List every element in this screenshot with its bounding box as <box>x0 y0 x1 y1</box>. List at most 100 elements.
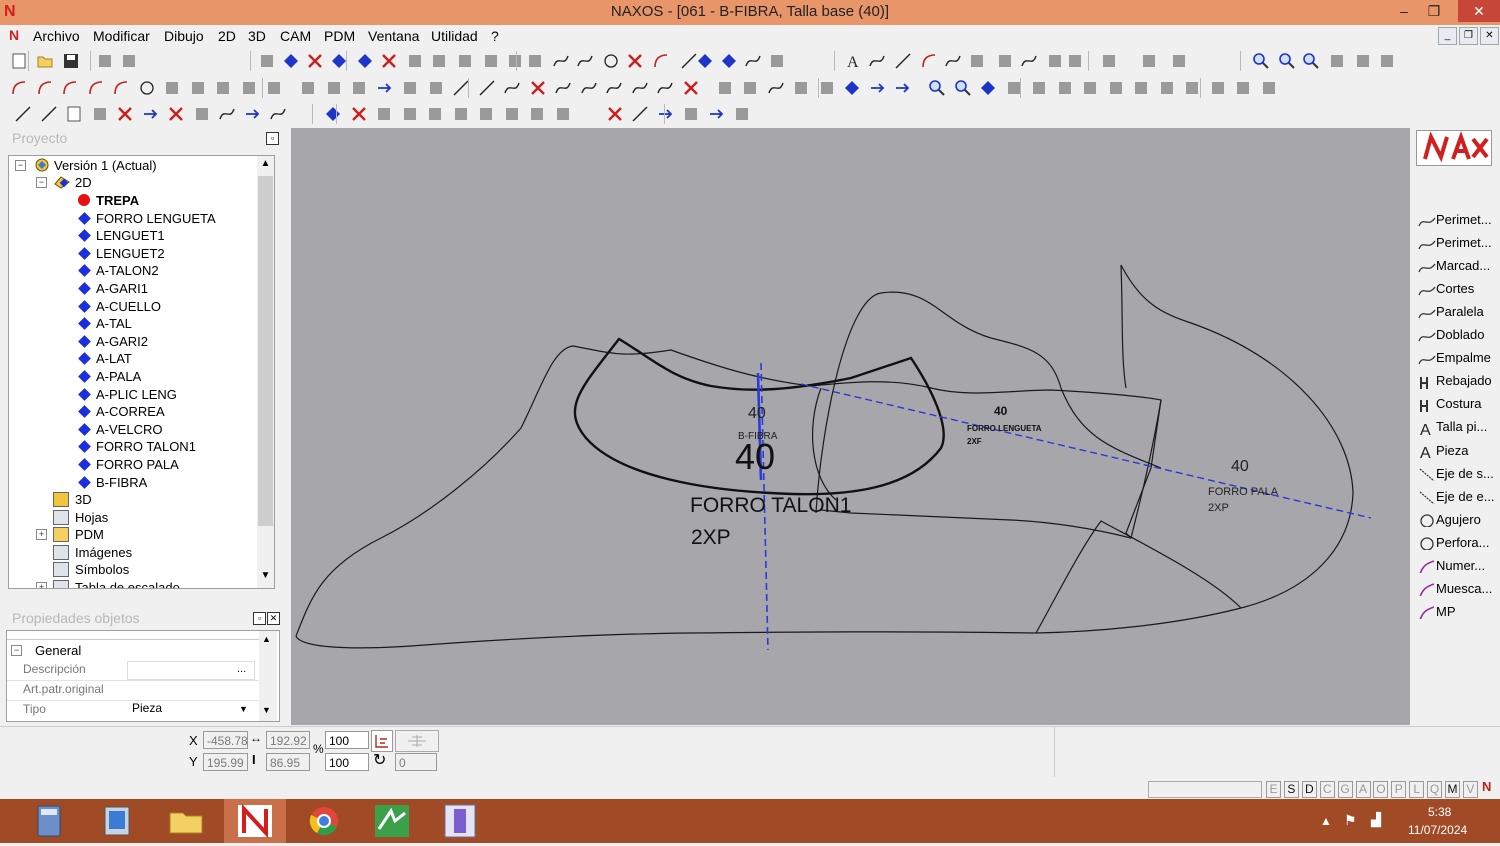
tree-node-2d[interactable]: − 2D <box>13 174 263 191</box>
scale-x-field[interactable]: 100 <box>325 731 369 749</box>
menu-pdm[interactable]: PDM <box>324 28 355 44</box>
gray-icon[interactable] <box>1183 79 1201 97</box>
diamond-icon[interactable] <box>356 52 374 70</box>
ellipsis-button[interactable]: ... <box>237 663 246 675</box>
tree-item[interactable]: A-GARI2 <box>13 333 253 350</box>
gray-icon[interactable] <box>91 105 109 123</box>
gray-icon[interactable] <box>375 105 393 123</box>
cross-icon[interactable] <box>380 52 398 70</box>
curve-icon[interactable] <box>744 52 762 70</box>
tree-node[interactable]: Imágenes <box>13 544 253 561</box>
project-tree[interactable]: − Versión 1 (Actual) − 2D TREPA FORRO LEN… <box>8 155 275 589</box>
tree-item[interactable]: A-CUELLO <box>13 298 253 315</box>
tree-node[interactable]: 3D <box>13 491 253 508</box>
gray-icon[interactable] <box>1107 79 1125 97</box>
curve-icon[interactable] <box>868 52 886 70</box>
gray-icon[interactable] <box>401 105 419 123</box>
diamond-icon[interactable] <box>282 52 300 70</box>
tool-item[interactable]: Doblado <box>1418 327 1484 347</box>
tool-item[interactable]: Eje de e... <box>1418 489 1495 509</box>
restore-button[interactable]: ❐ <box>1420 0 1448 22</box>
gray-icon[interactable] <box>482 52 500 70</box>
tree-item[interactable]: B-FIBRA <box>13 474 253 491</box>
tree-root[interactable]: − Versión 1 (Actual) <box>13 157 263 174</box>
scroll-down-icon[interactable]: ▼ <box>259 570 272 584</box>
network-icon[interactable]: ▟ <box>1371 812 1381 828</box>
tray-up-icon[interactable]: ▲ <box>1320 814 1332 828</box>
mdi-minimize-button[interactable]: _ <box>1438 27 1457 45</box>
gray-icon[interactable] <box>401 79 419 97</box>
curve-icon[interactable] <box>1020 52 1038 70</box>
circle-icon[interactable] <box>138 79 156 97</box>
rotation-field[interactable]: 0 <box>395 753 437 771</box>
gray-icon[interactable] <box>1378 52 1396 70</box>
tool-item[interactable]: Perfora... <box>1418 535 1489 555</box>
tree-item[interactable]: FORRO PALA <box>13 456 253 473</box>
gray-icon[interactable] <box>430 52 448 70</box>
status-toggle-v[interactable]: V <box>1462 781 1478 798</box>
status-toggle-s[interactable]: S <box>1283 781 1299 798</box>
diamond-icon[interactable] <box>696 52 714 70</box>
arc-icon[interactable] <box>10 79 28 97</box>
gray-icon[interactable] <box>193 105 211 123</box>
tree-item[interactable]: A-VELCRO <box>13 421 253 438</box>
curve-icon[interactable] <box>552 52 570 70</box>
tool-item[interactable]: A Talla pi... <box>1418 419 1487 439</box>
tree-node[interactable]: + Tabla de escalado <box>13 579 253 588</box>
tool-item[interactable]: Perimet... <box>1418 235 1492 255</box>
flag-icon[interactable]: ⚑ <box>1344 812 1357 829</box>
gray-icon[interactable] <box>792 79 810 97</box>
gray-icon[interactable] <box>1260 79 1278 97</box>
curve-icon[interactable] <box>656 79 674 97</box>
gray-icon[interactable] <box>1140 52 1158 70</box>
status-toggle-a[interactable]: A <box>1355 781 1371 798</box>
status-toggle-d[interactable]: D <box>1301 781 1317 798</box>
status-toggle-e[interactable]: E <box>1266 781 1281 798</box>
doc-icon[interactable] <box>10 52 28 70</box>
diamond-icon[interactable] <box>843 79 861 97</box>
gray-icon[interactable] <box>526 52 544 70</box>
cross-icon[interactable] <box>529 79 547 97</box>
props-scrollbar[interactable]: ▲ ▼ <box>259 631 277 721</box>
circle-icon[interactable] <box>602 52 620 70</box>
close-button[interactable]: ✕ <box>1458 0 1500 22</box>
minimize-button[interactable]: – <box>1390 0 1418 22</box>
status-toggle-g[interactable]: G <box>1337 781 1353 798</box>
gray-icon[interactable] <box>554 105 572 123</box>
gray-icon[interactable] <box>818 79 836 97</box>
taskbar-app-docs[interactable] <box>87 799 149 843</box>
gray-icon[interactable] <box>528 105 546 123</box>
arrow-icon[interactable] <box>657 105 675 123</box>
arrow-icon[interactable] <box>894 79 912 97</box>
tree-node[interactable]: Hojas <box>13 509 253 526</box>
arrow-icon[interactable] <box>142 105 160 123</box>
scroll-thumb[interactable] <box>258 176 273 526</box>
taskbar-explorer[interactable] <box>155 799 217 843</box>
cross-icon[interactable] <box>306 52 324 70</box>
taskbar-purple-app[interactable] <box>429 799 491 843</box>
curve-icon[interactable] <box>767 79 785 97</box>
tree-item[interactable]: A-CORREA <box>13 403 253 420</box>
gray-icon[interactable] <box>189 79 207 97</box>
tree-item[interactable]: FORRO TALON1 <box>13 438 253 455</box>
line-icon[interactable] <box>14 105 32 123</box>
gray-icon[interactable] <box>1046 52 1064 70</box>
clock-date[interactable]: 11/07/2024 <box>1408 823 1467 837</box>
gray-icon[interactable] <box>163 79 181 97</box>
gray-icon[interactable] <box>96 52 114 70</box>
gray-icon[interactable] <box>477 105 495 123</box>
doc-icon[interactable] <box>65 105 83 123</box>
tool-item[interactable]: Muesca... <box>1418 581 1492 601</box>
zoom-icon[interactable] <box>1302 52 1320 70</box>
gray-icon[interactable] <box>716 79 734 97</box>
zoom-icon[interactable] <box>928 79 946 97</box>
zoom-icon[interactable] <box>954 79 972 97</box>
pattern-drawing[interactable]: 40 B-FIBRA 40 FORRO TALON1 2XP 40 FORRO … <box>291 128 1410 725</box>
gray-icon[interactable] <box>768 52 786 70</box>
diamond-icon[interactable] <box>979 79 997 97</box>
arrow-icon[interactable] <box>376 79 394 97</box>
gray-icon[interactable] <box>426 105 444 123</box>
gray-icon[interactable] <box>503 105 521 123</box>
diamond-icon[interactable] <box>324 105 342 123</box>
status-toggle-c[interactable]: C <box>1319 781 1335 798</box>
